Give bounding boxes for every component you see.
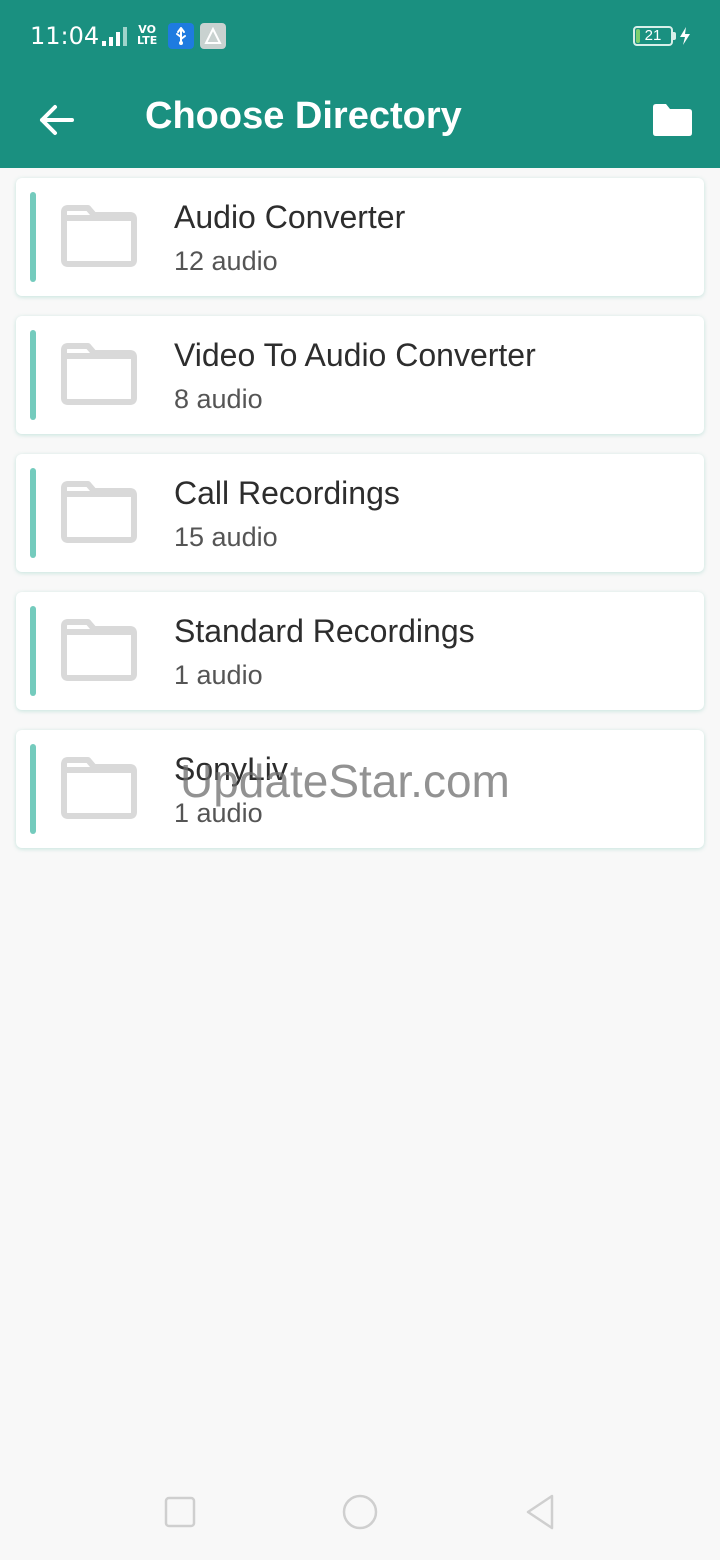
directory-count: 1 audio [174, 660, 263, 690]
folder-icon [61, 343, 137, 405]
battery-icon: 21 [633, 26, 673, 46]
directory-item[interactable]: Call Recordings 15 audio [16, 454, 704, 572]
usb-icon [168, 23, 194, 49]
directory-name: SonyLiv [174, 751, 288, 787]
status-time: 11:04 [30, 22, 100, 50]
app-notification-icon [200, 23, 226, 49]
directory-name: Video To Audio Converter [174, 337, 536, 373]
battery-percentage: 21 [644, 27, 662, 44]
directory-item[interactable]: Standard Recordings 1 audio [16, 592, 704, 710]
directory-item[interactable]: Audio Converter 12 audio [16, 178, 704, 296]
folder-icon [61, 619, 137, 681]
directory-item[interactable]: SonyLiv 1 audio [16, 730, 704, 848]
app-bar: Choose Directory [0, 72, 720, 168]
directory-count: 8 audio [174, 384, 263, 414]
card-accent-bar [30, 606, 36, 696]
signal-icon [102, 27, 127, 46]
directory-name: Call Recordings [174, 475, 400, 511]
directory-name: Audio Converter [174, 199, 406, 235]
directory-count: 1 audio [174, 798, 263, 828]
folder-icon [653, 104, 692, 136]
arrow-back-icon [40, 105, 74, 135]
directory-item[interactable]: Video To Audio Converter 8 audio [16, 316, 704, 434]
home-circle-icon[interactable] [338, 1490, 382, 1534]
folder-icon [61, 757, 137, 819]
page-title: Choose Directory [145, 95, 462, 137]
card-accent-bar [30, 744, 36, 834]
directory-count: 12 audio [174, 246, 278, 276]
directory-list: Audio Converter 12 audio Video To Audio … [16, 178, 704, 868]
status-bar: 11:04 VO LTE 21 [0, 0, 720, 72]
volte-indicator: VO LTE [137, 23, 158, 47]
card-accent-bar [30, 330, 36, 420]
back-triangle-icon[interactable] [518, 1490, 562, 1534]
folder-button[interactable] [644, 92, 700, 148]
folder-icon [61, 205, 137, 267]
recents-square-icon[interactable] [158, 1490, 202, 1534]
folder-icon [61, 481, 137, 543]
card-accent-bar [30, 192, 36, 282]
back-button[interactable] [28, 92, 84, 148]
directory-name: Standard Recordings [174, 613, 475, 649]
system-nav-bar [0, 1460, 720, 1560]
battery-tip [673, 32, 676, 40]
directory-count: 15 audio [174, 522, 278, 552]
charging-icon [680, 27, 690, 45]
card-accent-bar [30, 468, 36, 558]
screen: 11:04 VO LTE 21 Choose Directory Audio C… [0, 0, 720, 1560]
